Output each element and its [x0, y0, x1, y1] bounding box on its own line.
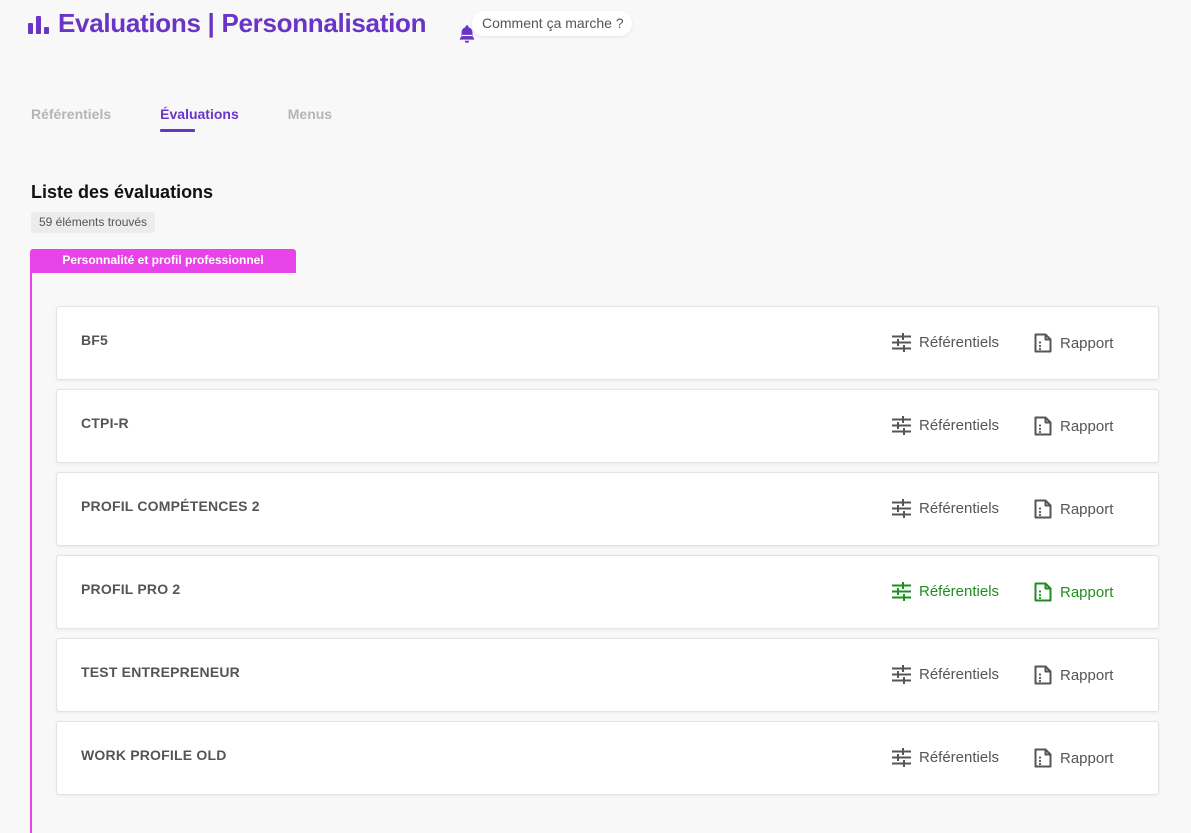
referentiels-button[interactable]: Référentiels: [891, 499, 999, 518]
evaluation-list: BF5 Référentiels Rapport CTPI-R Référent…: [56, 306, 1159, 804]
results-count-badge: 59 éléments trouvés: [31, 212, 156, 233]
tab-referentiels[interactable]: Référentiels: [31, 106, 111, 132]
evaluation-card: TEST ENTREPRENEUR Référentiels Rapport: [56, 638, 1159, 712]
rapport-label: Rapport: [1060, 583, 1114, 601]
evaluation-name: PROFIL COMPÉTENCES 2: [81, 498, 260, 514]
document-icon: [1034, 499, 1052, 519]
page-title: Evaluations | Personnalisation: [58, 8, 427, 38]
evaluation-card: CTPI-R Référentiels Rapport: [56, 389, 1159, 463]
referentiels-button[interactable]: Référentiels: [891, 582, 999, 601]
tab-menus[interactable]: Menus: [288, 106, 332, 132]
referentiels-button[interactable]: Référentiels: [891, 416, 999, 435]
evaluation-name: BF5: [81, 332, 109, 348]
referentiels-label: Référentiels: [919, 500, 1000, 517]
referentiels-label: Référentiels: [919, 749, 1000, 766]
referentiels-button[interactable]: Référentiels: [891, 665, 999, 684]
evaluation-card: PROFIL PRO 2 Référentiels Rapport: [56, 555, 1159, 629]
help-button[interactable]: Comment ça marche ?: [472, 11, 632, 36]
rapport-button[interactable]: Rapport: [1033, 665, 1113, 685]
rapport-button[interactable]: Rapport: [1033, 333, 1113, 353]
document-icon: [1034, 582, 1052, 602]
evaluation-name: TEST ENTREPRENEUR: [81, 664, 240, 680]
document-icon: [1034, 416, 1052, 436]
sliders-icon: [892, 499, 911, 518]
evaluation-name: WORK PROFILE OLD: [81, 747, 227, 763]
rapport-label: Rapport: [1060, 666, 1114, 684]
referentiels-label: Référentiels: [919, 583, 1000, 600]
category-tag: Personnalité et profil professionnel: [30, 249, 296, 273]
sliders-icon: [892, 665, 911, 684]
evaluation-name: PROFIL PRO 2: [81, 581, 181, 597]
rapport-label: Rapport: [1060, 500, 1114, 518]
tab-bar: Référentiels Évaluations Menus: [31, 106, 332, 132]
tab-evaluations[interactable]: Évaluations: [160, 106, 239, 132]
rapport-button[interactable]: Rapport: [1033, 499, 1113, 519]
referentiels-button[interactable]: Référentiels: [891, 748, 999, 767]
referentiels-label: Référentiels: [919, 334, 1000, 351]
rapport-button[interactable]: Rapport: [1033, 582, 1113, 602]
page-header: Evaluations | Personnalisation: [28, 8, 426, 39]
category-divider-line: [30, 273, 32, 833]
sliders-icon: [892, 416, 911, 435]
rapport-button[interactable]: Rapport: [1033, 748, 1113, 768]
list-title: Liste des évaluations: [31, 182, 214, 202]
referentiels-label: Référentiels: [919, 417, 1000, 434]
document-icon: [1034, 333, 1052, 353]
document-icon: [1034, 748, 1052, 768]
sliders-icon: [892, 748, 911, 767]
sliders-icon: [892, 333, 911, 352]
rapport-label: Rapport: [1060, 749, 1114, 767]
evaluation-card: PROFIL COMPÉTENCES 2 Référentiels Rappor…: [56, 472, 1159, 546]
help-widget[interactable]: Comment ça marche ?: [456, 11, 632, 45]
rapport-button[interactable]: Rapport: [1033, 416, 1113, 436]
rapport-label: Rapport: [1060, 334, 1114, 352]
sliders-icon: [892, 582, 911, 601]
evaluation-name: CTPI-R: [81, 415, 129, 431]
evaluation-card: WORK PROFILE OLD Référentiels Rapport: [56, 721, 1159, 795]
referentiels-button[interactable]: Référentiels: [891, 333, 999, 352]
bar-chart-icon: [28, 14, 49, 34]
evaluation-card: BF5 Référentiels Rapport: [56, 306, 1159, 380]
referentiels-label: Référentiels: [919, 666, 1000, 683]
document-icon: [1034, 665, 1052, 685]
rapport-label: Rapport: [1060, 417, 1114, 435]
